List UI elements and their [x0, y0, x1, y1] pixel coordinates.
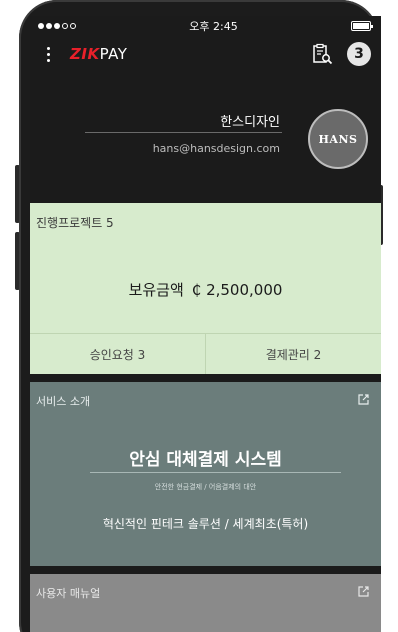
- holdings-label: 보유금액: [128, 281, 184, 299]
- more-vertical-icon[interactable]: [40, 46, 56, 62]
- profile-email: hans@hansdesign.com: [152, 142, 280, 155]
- app-screen: 오후 2:45 ZIKPAY 3 한스디자인 hans@hansdesign.c…: [30, 16, 381, 632]
- service-headline: 안심 대체결제 시스템: [129, 450, 282, 470]
- service-intro-card[interactable]: 서비스 소개 안심 대체결제 시스템 안전한 현금결제 / 어음결제의 대안 혁…: [30, 382, 381, 566]
- profile-name: 한스디자인: [220, 115, 280, 130]
- external-link-icon[interactable]: [357, 393, 370, 406]
- project-count-label: 진행프로젝트 5: [36, 216, 114, 230]
- battery-icon: [350, 21, 373, 31]
- manual-title: 사용자 매뉴얼: [36, 587, 101, 600]
- approval-request-button[interactable]: 승인요청 3: [30, 334, 205, 374]
- document-search-icon[interactable]: [311, 43, 333, 65]
- external-link-icon[interactable]: [357, 585, 370, 598]
- holdings-display: 보유금액 ₵ 2,500,000: [30, 279, 381, 300]
- holdings-value: ₵ 2,500,000: [191, 281, 283, 299]
- app-bar: ZIKPAY 3: [30, 36, 381, 72]
- project-card[interactable]: 진행프로젝트 5 보유금액 ₵ 2,500,000 승인요청 3 결제관리 2: [30, 203, 381, 374]
- logo-suffix: PAY: [99, 45, 128, 63]
- signal-icon: [38, 23, 76, 29]
- status-time: 오후 2:45: [189, 20, 238, 33]
- status-bar: 오후 2:45: [30, 16, 381, 36]
- service-title: 서비스 소개: [36, 395, 91, 408]
- avatar[interactable]: HANS: [308, 109, 368, 169]
- logo-brand: ZIK: [70, 45, 100, 63]
- app-logo: ZIKPAY: [70, 45, 127, 63]
- service-subline: 안전한 현금결제 / 어음결제의 대안: [154, 483, 257, 491]
- service-divider: [90, 472, 341, 473]
- notification-badge[interactable]: 3: [347, 42, 371, 66]
- user-manual-card[interactable]: 사용자 매뉴얼: [30, 574, 381, 632]
- profile-section: 한스디자인 hans@hansdesign.com HANS: [30, 72, 381, 203]
- section-gap: [30, 566, 381, 574]
- service-tagline: 혁신적인 핀테크 솔루션 / 세계최초(특허): [102, 517, 309, 531]
- section-gap: [30, 374, 381, 382]
- payment-management-button[interactable]: 결제관리 2: [205, 334, 381, 374]
- project-actions: 승인요청 3 결제관리 2: [30, 333, 381, 374]
- profile-divider: [85, 132, 282, 133]
